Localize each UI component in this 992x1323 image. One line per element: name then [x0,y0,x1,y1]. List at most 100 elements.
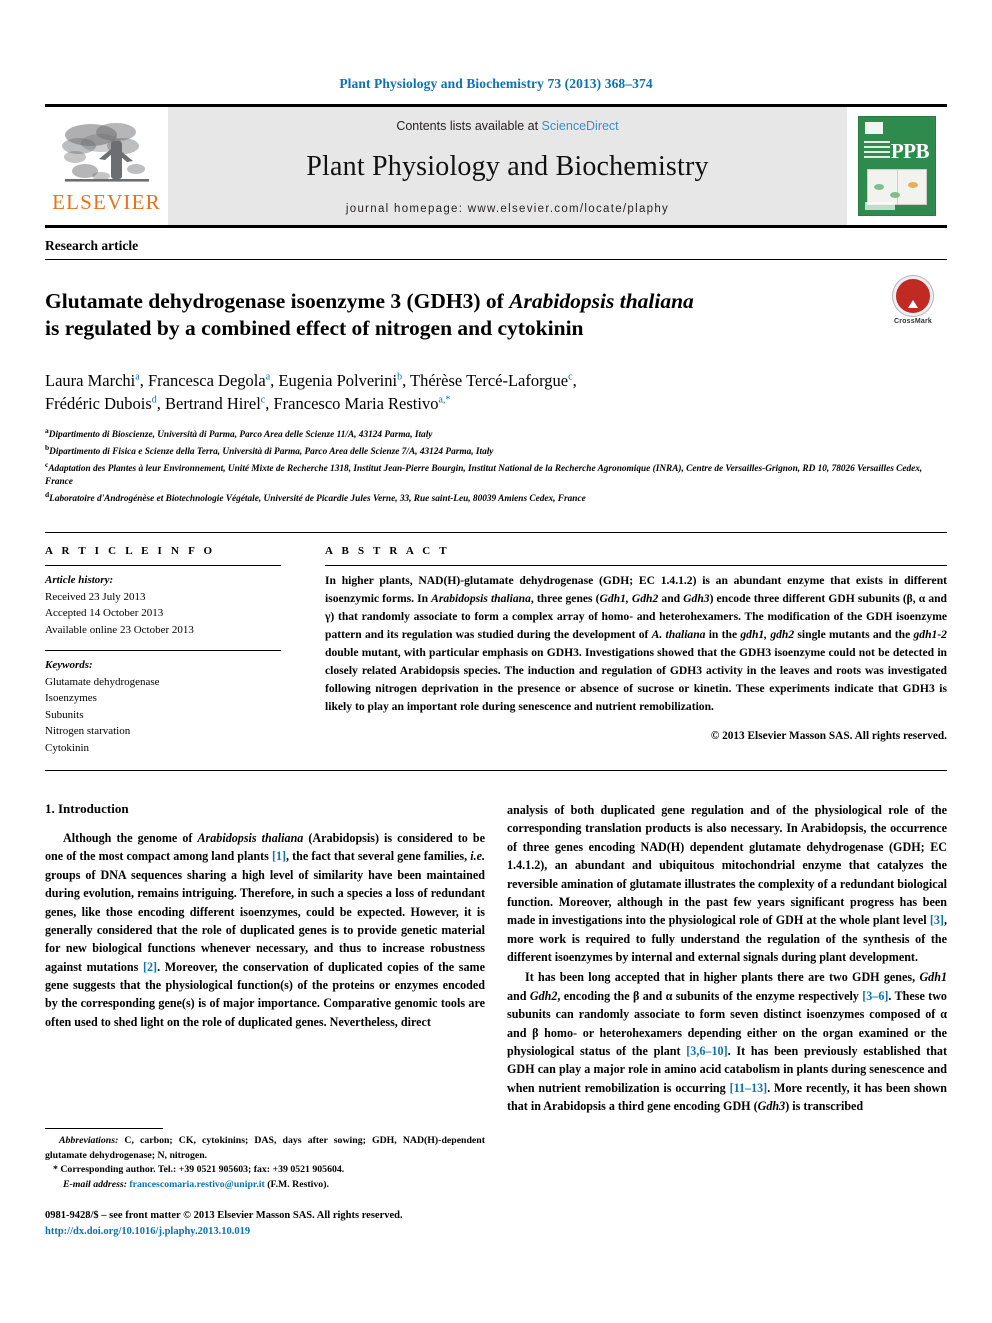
affiliation-text: Dipartimento di Bioscienze, Università d… [48,430,433,441]
author-affil-mark: a,* [438,394,451,406]
email-footnote: E-mail address: francescomaria.restivo@u… [45,1178,485,1193]
issn-line: 0981-9428/$ – see front matter © 2013 El… [45,1210,403,1221]
abstract-italic: gdh1-2 [913,628,947,641]
footnote-divider [45,1128,163,1129]
intro-paragraph-left: Although the genome of Arabidopsis thali… [45,829,485,1031]
article-history: Article history: Received 23 July 2013 A… [45,572,281,638]
text-seg: analysis of both duplicated gene regulat… [507,803,947,928]
cover-elsevier-mark-icon [865,122,883,134]
citation-link[interactable]: [3,6–10] [686,1044,727,1058]
text-seg: ) is transcribed [785,1099,864,1114]
affiliation-text: Dipartimento di Fisica e Scienze della T… [49,447,494,458]
text-italic: Gdh2 [529,988,558,1003]
running-head: Plant Physiology and Biochemistry 73 (20… [339,76,653,91]
abstract-seg: in the [705,628,741,641]
sciencedirect-link[interactable]: ScienceDirect [542,119,619,133]
author-sep: , [265,394,274,414]
abstract-italic: Arabidopsis thaliana [431,592,531,606]
email-label: E-mail address: [63,1179,127,1191]
abstract-italic: Gdh3 [683,592,710,606]
cover-diagram-shape [890,192,900,198]
body-columns: 1. Introduction Although the genome of A… [45,801,947,1115]
section-heading-introduction: 1. Introduction [45,801,129,817]
contents-prefix: Contents lists available at [396,119,542,133]
citation-link[interactable]: [1] [272,849,286,863]
keyword-item: Glutamate dehydrogenase [45,675,160,688]
author-name: Laura Marchi [45,370,136,390]
article-info-heading: A R T I C L E I N F O [45,545,216,558]
keywords-block: Keywords: Glutamate dehydrogenase Isoenz… [45,657,281,756]
author-item: Francesca Degolaa, [148,371,278,390]
title-row: Glutamate dehydrogenase isoenzyme 3 (GDH… [45,260,947,357]
author-name: Eugenia Polverini [278,370,398,390]
page-title: Glutamate dehydrogenase isoenzyme 3 (GDH… [45,288,879,342]
email-owner: (F.M. Restivo). [264,1179,329,1191]
citation-link[interactable]: [3] [930,913,944,927]
affiliation-text: Laboratoire d'Androgénèse et Biotechnolo… [49,493,586,504]
text-seg: , the fact that several gene families, [286,849,471,864]
citation-link[interactable]: [2] [143,960,157,974]
author-item: Bertrand Hirelc, [165,394,273,413]
article-category: Research article [45,228,947,260]
affiliation-item: bDipartimento di Fisica e Scienze della … [45,443,947,460]
corresponding-author-text: * Corresponding author. Tel.: +39 0521 9… [53,1164,345,1176]
text-italic: Gdh3 [757,1099,786,1114]
crossmark-icon [893,276,933,316]
text-seg: groups of DNA sequences sharing a high l… [45,867,485,974]
issn-doi-block: 0981-9428/$ – see front matter © 2013 El… [45,1208,565,1240]
abbreviations-label: Abbreviations: [59,1135,119,1146]
cover-diagram-panel [867,169,927,205]
divider [325,565,947,567]
accepted-date: Accepted 14 October 2013 [45,607,164,620]
body-column-right: analysis of both duplicated gene regulat… [507,801,947,1115]
text-italic: i.e. [470,849,485,864]
author-item: Eugenia Polverinib, [278,371,410,390]
elsevier-tree-icon [61,123,149,182]
keyword-item: Subunits [45,708,84,721]
author-sep: , [139,370,148,390]
title-part-1: Glutamate dehydrogenase isoenzyme 3 (GDH… [45,289,510,314]
intro-paragraph-right-2: It has been long accepted that in higher… [507,968,947,1115]
crossmark-badge[interactable]: CrossMark [879,274,947,325]
article-history-label: Article history: [45,574,114,587]
author-name: Bertrand Hirel [165,394,261,414]
abstract-italic: gdh1, gdh2 [740,628,795,641]
author-sep: , [402,370,411,390]
ppb-cover-art: PPB [858,116,936,216]
crossmark-label: CrossMark [894,318,932,325]
author-list: Laura Marchia, Francesca Degolaa, Eugeni… [45,369,947,417]
cover-diagram-shape [908,182,918,188]
journal-cover-thumbnail: PPB [847,107,947,225]
text-seg: Although the genome of [63,831,198,846]
affiliation-item: aDipartimento di Bioscienze, Università … [45,426,947,443]
email-link[interactable]: francescomaria.restivo@unipr.it [129,1179,264,1190]
keyword-item: Nitrogen starvation [45,725,131,738]
contents-available-line: Contents lists available at ScienceDirec… [396,119,618,133]
cover-tagline-lines [864,141,890,161]
author-item: Francesco Maria Restivoa,* [274,394,451,413]
citation-link[interactable]: [3–6] [862,989,888,1003]
journal-homepage-link[interactable]: journal homepage: www.elsevier.com/locat… [346,203,669,215]
article-header: Research article Glutamate dehydrogenase… [45,228,947,506]
paper-page: Plant Physiology and Biochemistry 73 (20… [0,0,992,1323]
text-italic: Gdh1 [919,970,947,985]
elsevier-logo: ELSEVIER [45,107,168,225]
author-sep: , [156,394,166,414]
footnote-block: Abbreviations: C, carbon; CK, cytokinins… [45,1128,485,1193]
keywords-label: Keywords: [45,659,93,672]
abstract-copyright: © 2013 Elsevier Masson SAS. All rights r… [710,729,947,742]
corresponding-author-footnote: * Corresponding author. Tel.: +39 0521 9… [45,1163,485,1178]
doi-link[interactable]: http://dx.doi.org/10.1016/j.plaphy.2013.… [45,1224,565,1240]
elsevier-wordmark: ELSEVIER [52,190,161,214]
title-species-italic: Arabidopsis thaliana [509,289,694,314]
author-item: Laura Marchia, [45,371,148,390]
abstract-heading: A B S T R A C T [325,545,450,558]
body-column-left: 1. Introduction Although the genome of A… [45,801,485,1115]
abstract-seg: double mutant, with particular emphasis … [325,645,947,713]
citation-link[interactable]: [11–13] [730,1081,768,1095]
title-part-2: is regulated by a combined effect of nit… [45,316,584,341]
abstract-italic: Gdh1, Gdh2 [599,592,659,606]
info-abstract-block: A R T I C L E I N F O Article history: R… [45,532,947,772]
author-item: Frédéric Duboisd, [45,394,165,413]
cover-abbreviation: PPB [890,139,930,163]
